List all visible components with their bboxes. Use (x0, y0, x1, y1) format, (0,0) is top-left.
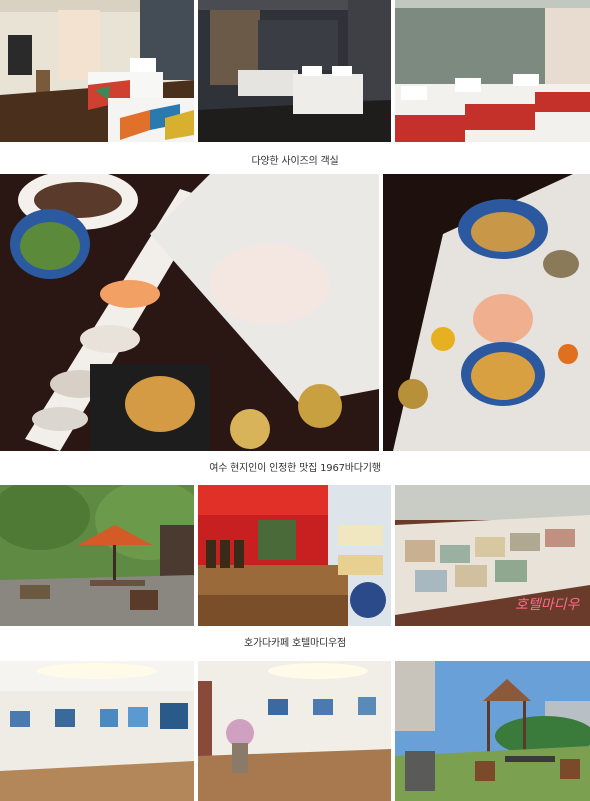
boat-platter-photo (383, 174, 590, 451)
room-dark-photo (198, 0, 391, 142)
room-red-photo (395, 0, 590, 142)
room-twin-photo (0, 0, 194, 142)
gallery-right-photo (198, 661, 391, 801)
cafe-shop-caption: 호가다카페 호텔마디우점 (244, 638, 346, 649)
neon-sign: 호텔마디우 (515, 597, 581, 613)
gallery-left-photo (0, 661, 194, 801)
sushi-platter-photo (0, 174, 379, 451)
shop-shelf-photo (198, 485, 391, 626)
book-display-photo: 호텔마디우 (395, 485, 590, 626)
rooftop-garden-photo (395, 661, 590, 801)
restaurant-caption: 여수 현지인이 인정한 맛집 1967바다기행 (209, 463, 381, 474)
garden-cafe-photo (0, 485, 194, 626)
rooms-caption: 다양한 사이즈의 객실 (251, 156, 339, 167)
